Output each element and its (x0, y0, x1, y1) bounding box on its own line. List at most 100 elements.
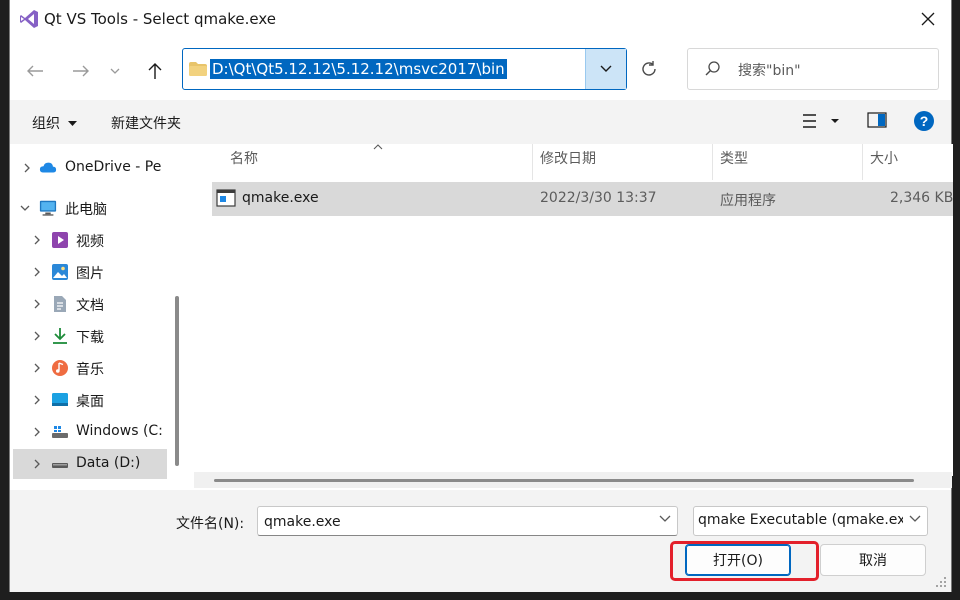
filename-label: 文件名(N): (176, 516, 245, 532)
sidebar-item-label: 下载 (76, 330, 104, 346)
column-divider[interactable] (712, 144, 713, 180)
close-button[interactable] (905, 0, 951, 38)
refresh-icon (642, 61, 656, 76)
chevron-down-icon (909, 515, 921, 522)
sidebar-item-label: 此电脑 (65, 202, 107, 218)
sort-ascending-icon (373, 144, 383, 150)
sidebar-item-downloads[interactable]: 下载 (13, 321, 167, 351)
visual-studio-icon (18, 8, 40, 30)
chevron-right-icon (24, 163, 30, 173)
recent-locations-button[interactable] (105, 56, 125, 86)
sidebar-item-pictures[interactable]: 图片 (13, 257, 167, 287)
filename-input[interactable] (262, 511, 646, 533)
view-list-icon (803, 114, 839, 128)
folder-icon (189, 62, 207, 76)
computer-icon (39, 200, 57, 216)
open-button[interactable]: 打开(O) (685, 544, 791, 576)
pictures-icon (52, 264, 68, 280)
arrow-left-icon (27, 65, 43, 77)
svg-text:?: ? (920, 113, 929, 129)
chevron-down-icon[interactable] (659, 515, 671, 523)
preview-pane-button[interactable] (867, 112, 887, 132)
sidebar-item-label: OneDrive - Pe (65, 159, 162, 175)
file-type-cell: 应用程序 (720, 193, 776, 209)
cloud-icon (39, 162, 57, 173)
sidebar-item-drive-d[interactable]: Data (D:) (13, 449, 167, 479)
refresh-button[interactable] (634, 54, 664, 84)
forward-button[interactable] (66, 56, 96, 86)
chevron-down-icon (600, 65, 612, 72)
file-size-cell: 2,346 KB (890, 190, 953, 206)
desktop-icon (52, 393, 68, 406)
chevron-right-icon (34, 299, 40, 309)
chevron-right-icon (34, 235, 40, 245)
resize-grip-icon[interactable] (935, 576, 947, 588)
sidebar-item-desktop[interactable]: 桌面 (13, 385, 167, 415)
column-header-type[interactable]: 类型 (720, 144, 748, 180)
arrow-up-icon (148, 63, 162, 79)
file-list[interactable]: 名称 修改日期 类型 大小 qmake.exe 2022/3/30 13:37 … (190, 144, 953, 476)
close-icon (921, 12, 935, 26)
document-icon (54, 296, 66, 312)
title-bar: Qt VS Tools - Select qmake.exe (10, 0, 951, 38)
sidebar-scrollbar[interactable] (175, 296, 179, 466)
sidebar-item-label: 图片 (76, 266, 104, 282)
column-divider[interactable] (532, 144, 533, 180)
organize-label: 组织 (32, 116, 60, 132)
cancel-button[interactable]: 取消 (820, 544, 926, 576)
horizontal-scrollbar-thumb[interactable] (214, 479, 914, 482)
sidebar-item-onedrive[interactable]: OneDrive - Pe (13, 153, 167, 183)
arrow-right-icon (73, 65, 89, 77)
up-button[interactable] (140, 56, 170, 86)
sidebar-item-drive-c[interactable]: Windows (C: (13, 417, 167, 447)
address-bar[interactable]: D:\Qt\Qt5.12.12\5.12.12\msvc2017\bin (182, 48, 627, 90)
search-icon (704, 60, 722, 82)
column-header-modified[interactable]: 修改日期 (540, 144, 596, 180)
navigation-pane[interactable]: OneDrive - Pe 此电脑 视频 图片 文档 下载 音乐 桌面 Wind… (10, 144, 180, 484)
caret-down-icon (68, 121, 78, 126)
sidebar-item-label: Data (D:) (76, 455, 141, 471)
filename-field[interactable] (257, 506, 678, 536)
file-type-filter-value: qmake Executable (qmake.exe) (698, 512, 903, 528)
column-divider[interactable] (862, 144, 863, 180)
horizontal-scrollbar[interactable] (194, 472, 952, 488)
file-dialog-window: Qt VS Tools - Select qmake.exe D:\Qt\Qt5… (9, 0, 953, 592)
file-type-filter-select[interactable]: qmake Executable (qmake.exe) (693, 506, 928, 536)
sidebar-item-music[interactable]: 音乐 (13, 353, 167, 383)
view-options-button[interactable] (802, 110, 848, 136)
search-box[interactable]: 搜索"bin" (687, 48, 939, 90)
chevron-right-icon (34, 331, 40, 341)
search-placeholder[interactable]: 搜索"bin" (738, 60, 801, 80)
download-icon (53, 328, 67, 344)
new-folder-button[interactable]: 新建文件夹 (111, 113, 181, 133)
video-icon (52, 232, 68, 248)
organize-menu[interactable]: 组织 (32, 113, 78, 133)
music-icon (52, 360, 68, 376)
sidebar-item-label: 视频 (76, 234, 104, 250)
sidebar-item-label: Windows (C: (76, 423, 163, 439)
sidebar-item-documents[interactable]: 文档 (13, 289, 167, 319)
window-title: Qt VS Tools - Select qmake.exe (44, 10, 277, 28)
help-icon: ? (914, 111, 934, 131)
help-button[interactable]: ? (913, 110, 935, 136)
drive-icon (52, 463, 68, 468)
chevron-right-icon (34, 395, 40, 405)
executable-icon (216, 189, 236, 207)
sidebar-item-label: 文档 (76, 298, 104, 314)
file-modified-cell: 2022/3/30 13:37 (540, 190, 657, 206)
column-header-size[interactable]: 大小 (870, 144, 898, 180)
back-button[interactable] (20, 56, 50, 86)
drive-icon (52, 426, 68, 438)
sidebar-item-videos[interactable]: 视频 (13, 225, 167, 255)
file-name-cell: qmake.exe (242, 190, 319, 206)
table-row[interactable]: qmake.exe 2022/3/30 13:37 应用程序 2,346 KB (212, 182, 953, 216)
chevron-right-icon (34, 267, 40, 277)
chevron-right-icon (34, 427, 40, 437)
chevron-down-icon (110, 68, 120, 74)
column-header-name[interactable]: 名称 (230, 144, 258, 180)
address-path[interactable]: D:\Qt\Qt5.12.12\5.12.12\msvc2017\bin (210, 59, 507, 79)
address-dropdown-button[interactable] (585, 49, 626, 89)
sidebar-item-this-pc[interactable]: 此电脑 (13, 193, 167, 223)
chevron-down-icon (20, 205, 30, 211)
chevron-right-icon (34, 459, 40, 469)
